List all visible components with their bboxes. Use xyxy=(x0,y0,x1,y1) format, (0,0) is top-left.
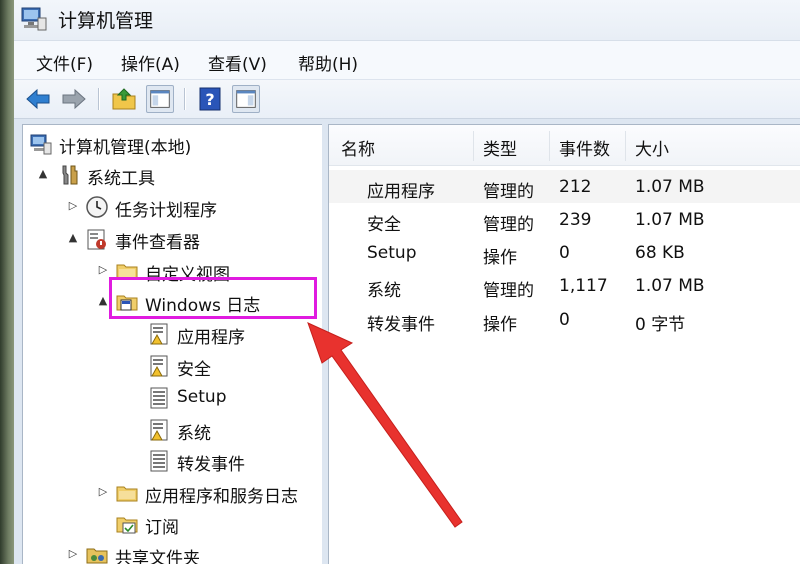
column-header-event-count[interactable]: 事件数 xyxy=(559,135,610,160)
menu-help[interactable]: 帮助(H) xyxy=(298,50,358,75)
column-divider[interactable] xyxy=(625,131,626,161)
navigation-tree[interactable]: 计算机管理(本地) ▲ 系统工具 ▷ 任务计划程序 ▲ 事件查看器 ▷ 自定义视… xyxy=(22,124,324,564)
computer-management-window: 计算机管理 文件(F) 操作(A) 查看(V) 帮助(H) ? 计算机管理(本地… xyxy=(14,0,800,564)
toolbar-separator xyxy=(98,88,100,110)
shared-folders-icon xyxy=(86,548,108,564)
expand-arrow-icon[interactable]: ▲ xyxy=(67,231,79,245)
help-icon[interactable]: ? xyxy=(196,85,224,113)
toolbar: ? xyxy=(14,80,800,119)
expand-arrow-icon[interactable]: ▷ xyxy=(67,199,79,213)
column-header-type[interactable]: 类型 xyxy=(483,135,517,160)
expand-arrow-icon[interactable]: ▲ xyxy=(97,294,109,308)
menu-bar: 文件(F) 操作(A) 查看(V) 帮助(H) xyxy=(14,41,800,80)
back-icon[interactable] xyxy=(24,85,52,113)
column-divider[interactable] xyxy=(473,131,474,161)
up-folder-icon[interactable] xyxy=(110,85,138,113)
log-icon xyxy=(150,419,168,441)
expand-arrow-icon[interactable]: ▷ xyxy=(97,485,109,499)
log-plain-icon xyxy=(150,450,168,472)
computer-management-icon xyxy=(30,134,52,155)
menu-action[interactable]: 操作(A) xyxy=(121,50,180,75)
toolbar-separator xyxy=(184,88,186,110)
highlight-box xyxy=(109,277,317,319)
log-plain-icon xyxy=(150,387,168,409)
table-row[interactable]: 转发事件 操作 0 0 字节 xyxy=(329,303,800,336)
svg-text:?: ? xyxy=(205,90,214,109)
expand-arrow-icon[interactable]: ▷ xyxy=(97,263,109,277)
log-list-view[interactable]: 名称 类型 事件数 大小 应用程序 管理的 212 1.07 MB 安全 管理的… xyxy=(328,124,800,564)
menu-file[interactable]: 文件(F) xyxy=(36,50,93,75)
window-title: 计算机管理 xyxy=(58,10,154,32)
log-icon xyxy=(150,355,168,377)
folder-icon xyxy=(116,486,138,502)
system-tools-icon xyxy=(62,165,78,185)
show-hide-tree-icon[interactable] xyxy=(146,85,174,113)
column-divider[interactable] xyxy=(549,131,550,161)
table-row[interactable]: 安全 管理的 239 1.07 MB xyxy=(329,203,800,236)
desktop-background xyxy=(0,0,14,564)
subscription-icon xyxy=(116,517,138,534)
column-header-size[interactable]: 大小 xyxy=(635,135,669,160)
column-header-name[interactable]: 名称 xyxy=(341,135,375,160)
forward-icon[interactable] xyxy=(60,85,88,113)
log-icon xyxy=(150,323,168,345)
expand-arrow-icon[interactable]: ▷ xyxy=(67,547,79,561)
menu-view[interactable]: 查看(V) xyxy=(208,50,267,75)
task-scheduler-icon xyxy=(86,196,108,218)
column-header-row: 名称 类型 事件数 大小 xyxy=(329,125,800,166)
event-viewer-icon xyxy=(87,229,106,250)
table-row[interactable]: 系统 管理的 1,117 1.07 MB xyxy=(329,269,800,302)
computer-management-icon xyxy=(21,7,47,31)
title-bar[interactable]: 计算机管理 xyxy=(14,0,800,41)
show-hide-action-pane-icon[interactable] xyxy=(232,85,260,113)
table-row[interactable]: Setup 操作 0 68 KB xyxy=(329,236,800,269)
table-row[interactable]: 应用程序 管理的 212 1.07 MB xyxy=(329,170,800,203)
expand-arrow-icon[interactable]: ▲ xyxy=(37,167,49,181)
